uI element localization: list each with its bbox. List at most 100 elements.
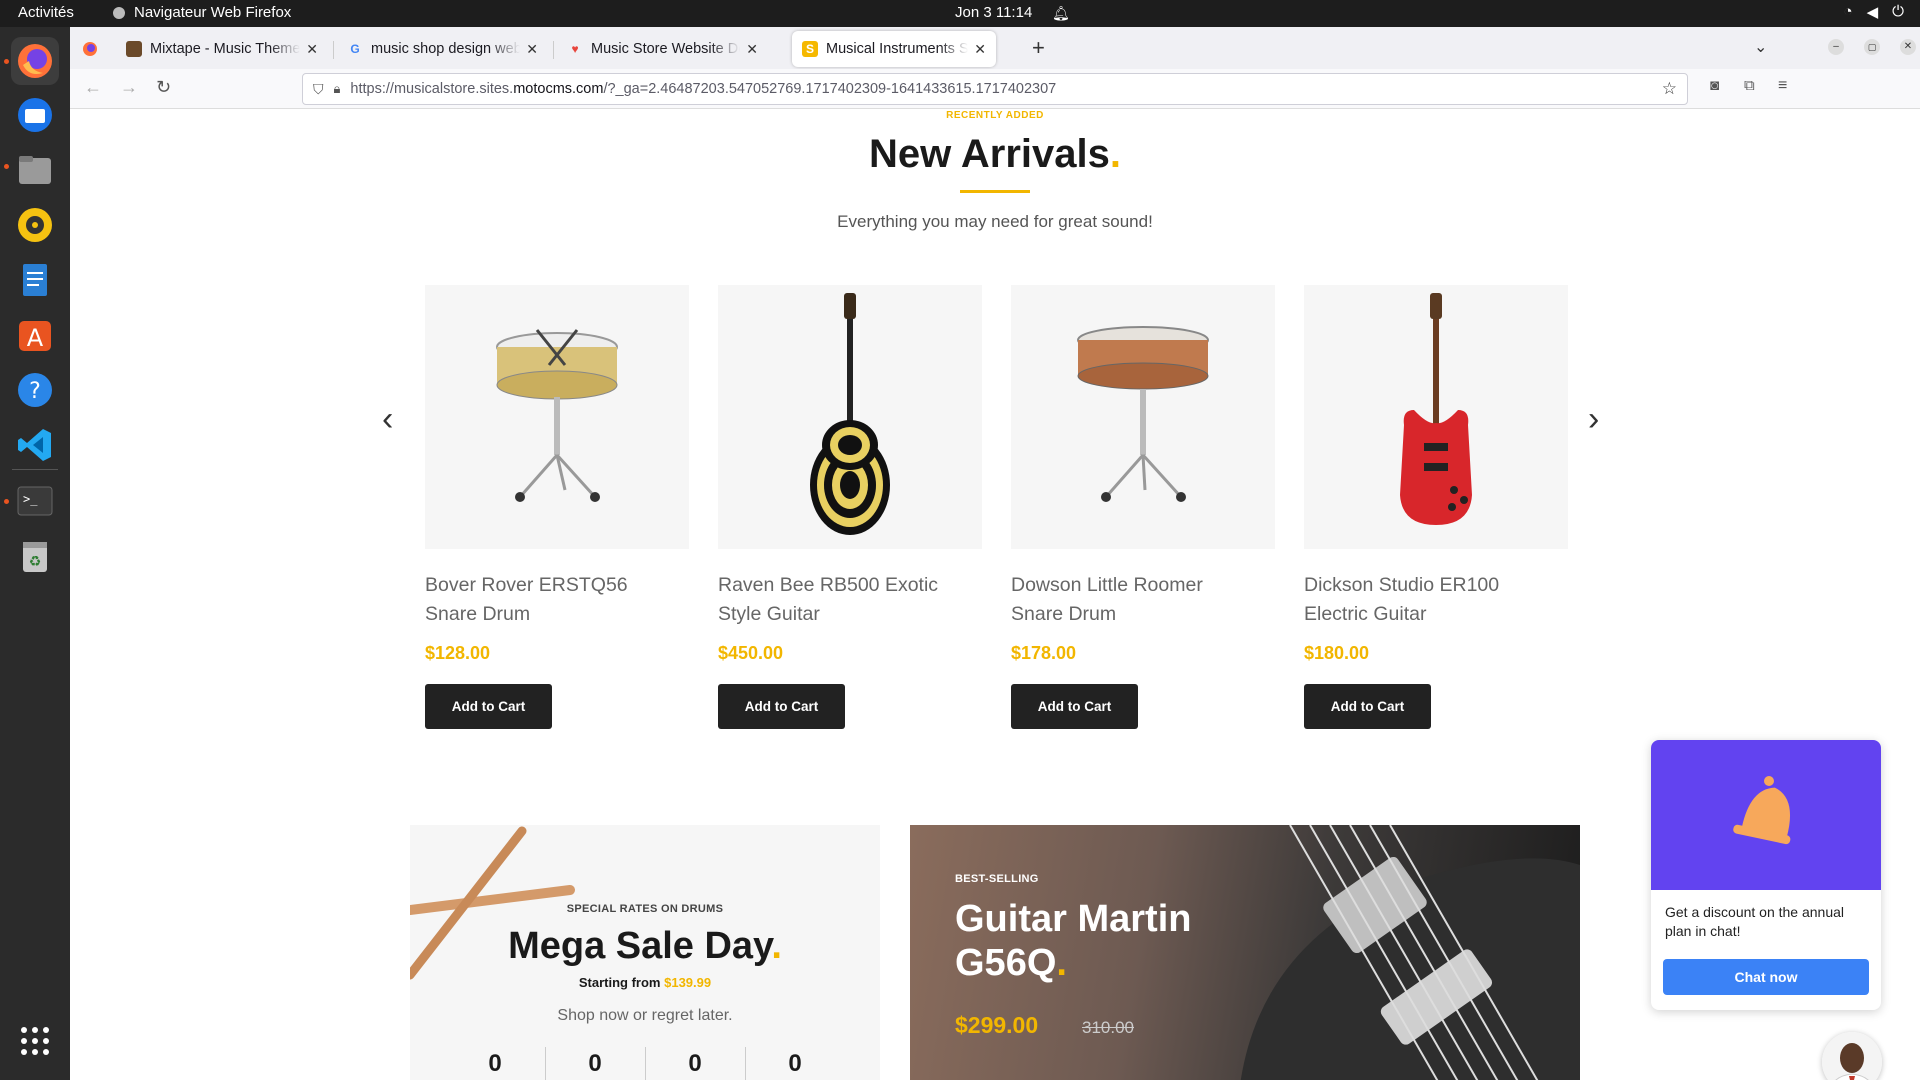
dock-help[interactable]: ? [11,366,59,414]
lock-icon[interactable]: 🔒︎ [334,81,341,97]
mega-sale-banner[interactable]: SPECIAL RATES ON DRUMS Mega Sale Day. St… [410,825,880,1080]
tab-title: music shop design web - [371,41,521,57]
writer-icon [23,264,47,296]
navigation-toolbar: ← → ↻ ⛉ 🔒︎ https://musicalstore.sites.mo… [70,69,1920,109]
chat-agent-avatar[interactable] [1822,1032,1882,1080]
wifi-icon: ◔ [1843,3,1853,20]
tab-separator [333,41,334,59]
product-name[interactable]: Bover Rover ERSTQ56 Snare Drum [425,571,689,629]
tab-google-search[interactable]: G music shop design web - ✕ [337,31,548,67]
product-name[interactable]: Dickson Studio ER100 Electric Guitar [1304,571,1568,629]
product-image[interactable] [1304,285,1568,549]
add-to-cart-button[interactable]: Add to Cart [1304,684,1431,729]
product-card: Dickson Studio ER100 Electric Guitar $180… [1304,285,1568,729]
pocket-icon[interactable]: ◙ [1710,77,1719,94]
close-tab-icon[interactable]: ✕ [746,41,758,58]
product-card: Dowson Little Roomer Snare Drum $178.00 A… [1011,285,1275,729]
dock-thunderbird[interactable] [11,91,59,139]
dock-files[interactable] [11,146,59,194]
thunderbird-icon [18,98,52,132]
tab-title: Mixtape - Music Theme f [150,41,301,57]
activities-button[interactable]: Activités [18,4,74,21]
running-indicator [4,499,9,504]
maximize-icon[interactable]: ▢ [1864,39,1880,55]
chat-popup-header [1651,740,1881,890]
promo-title: Guitar Martin G56Q. [955,898,1192,984]
reload-icon[interactable]: ↻ [156,77,171,98]
svg-text:♻: ♻ [29,554,42,570]
list-all-tabs-chevron-icon[interactable]: ⌄ [1754,37,1767,57]
product-price: $178.00 [1011,643,1077,663]
extensions-icon[interactable]: ⧉ [1744,77,1755,94]
dock-rhythmbox[interactable] [11,201,59,249]
address-bar[interactable]: ⛉ 🔒︎ https://musicalstore.sites.motocms.… [302,73,1688,105]
countdown-digit: 0 [788,1050,802,1077]
tab-mixtape[interactable]: Mixtape - Music Theme f ✕ [116,31,328,67]
active-app-menu[interactable]: Navigateur Web Firefox [112,4,291,21]
system-top-bar: Activités Navigateur Web Firefox Jon 3 1… [0,0,1920,27]
running-indicator [4,164,9,169]
tab-music-store-design[interactable]: ♥ Music Store Website Des ✕ [557,31,768,67]
back-arrow-icon[interactable]: ← [84,77,102,98]
product-image[interactable] [718,285,982,549]
motocms-favicon: S [802,41,818,57]
add-to-cart-button[interactable]: Add to Cart [425,684,552,729]
firefox-icon [18,44,52,78]
firefox-view-icon[interactable] [82,41,98,57]
countdown-digit: 0 [688,1050,702,1077]
tab-musical-instruments-store[interactable]: S Musical Instruments Stor ✕ [792,31,996,67]
notification-bell-icon: 🔔︎ [1052,5,1070,21]
red-electric-guitar-illustration [1400,293,1472,525]
close-tab-icon[interactable]: ✕ [974,41,986,58]
dock-trash[interactable]: ♻ [11,532,59,580]
product-name[interactable]: Dowson Little Roomer Snare Drum [1011,571,1275,629]
firefox-small-icon [113,6,125,19]
guitar-body-photo [1240,825,1580,1080]
dock-terminal[interactable]: >_ [11,477,59,525]
copper-snare-drum-illustration [1077,326,1209,502]
vscode-icon [18,429,51,461]
best-selling-banner[interactable]: BEST-SELLING Guitar Martin G56Q. $299.00… [910,825,1580,1080]
add-to-cart-button[interactable]: Add to Cart [1011,684,1138,729]
close-tab-icon[interactable]: ✕ [526,41,538,58]
product-image[interactable] [1011,285,1275,549]
tab-bar: Mixtape - Music Theme f ✕ G music shop d… [70,27,1920,69]
promo-tagline: Shop now or regret later. [557,1007,733,1024]
system-tray[interactable]: ◔ ◀ ⏻ [1844,3,1904,21]
clock[interactable]: Jon 3 11:14 [955,4,1032,21]
carousel-prev-chevron-icon[interactable]: ‹ [382,400,393,439]
svg-text:?: ? [29,379,41,404]
volume-icon: ◀ [1866,4,1879,21]
menu-hamburger-icon[interactable]: ≡ [1778,77,1787,95]
minimize-icon[interactable]: – [1828,39,1844,55]
section-kicker: RECENTLY ADDED [946,110,1044,121]
new-tab-icon[interactable]: + [1032,35,1045,61]
svg-text:A: A [27,324,44,352]
product-image[interactable] [425,285,689,549]
svg-text:>_: >_ [23,492,38,506]
dock-writer[interactable] [11,256,59,304]
mixtape-favicon [126,41,142,57]
promo-title: Mega Sale Day. [508,925,782,967]
application-dock: A ? >_ ♻ [0,27,70,1080]
heart-favicon: ♥ [571,42,579,56]
product-name[interactable]: Raven Bee RB500 Exotic Style Guitar [718,571,982,629]
dock-app-center[interactable]: A [11,311,59,359]
product-price: $180.00 [1304,643,1370,663]
dock-show-apps[interactable] [11,1017,59,1065]
web-page: RECENTLY ADDED New Arrivals. Everything … [70,110,1920,1080]
close-window-icon[interactable]: ✕ [1900,39,1916,55]
dock-firefox[interactable] [11,37,59,85]
tracking-shield-icon[interactable]: ⛉ [313,81,324,98]
dock-vscode[interactable] [11,421,59,469]
tab-title: Musical Instruments Stor [826,41,969,57]
add-to-cart-button[interactable]: Add to Cart [718,684,845,729]
carousel-next-chevron-icon[interactable]: › [1588,400,1599,439]
chat-now-button[interactable]: Chat now [1663,959,1869,995]
promo-kicker: BEST-SELLING [955,873,1039,885]
chat-popup: Get a discount on the annual plan in cha… [1651,740,1881,1010]
tab-separator [553,41,554,59]
forward-arrow-icon[interactable]: → [120,77,138,98]
bookmark-star-icon[interactable]: ☆ [1662,79,1677,99]
close-tab-icon[interactable]: ✕ [306,41,318,58]
